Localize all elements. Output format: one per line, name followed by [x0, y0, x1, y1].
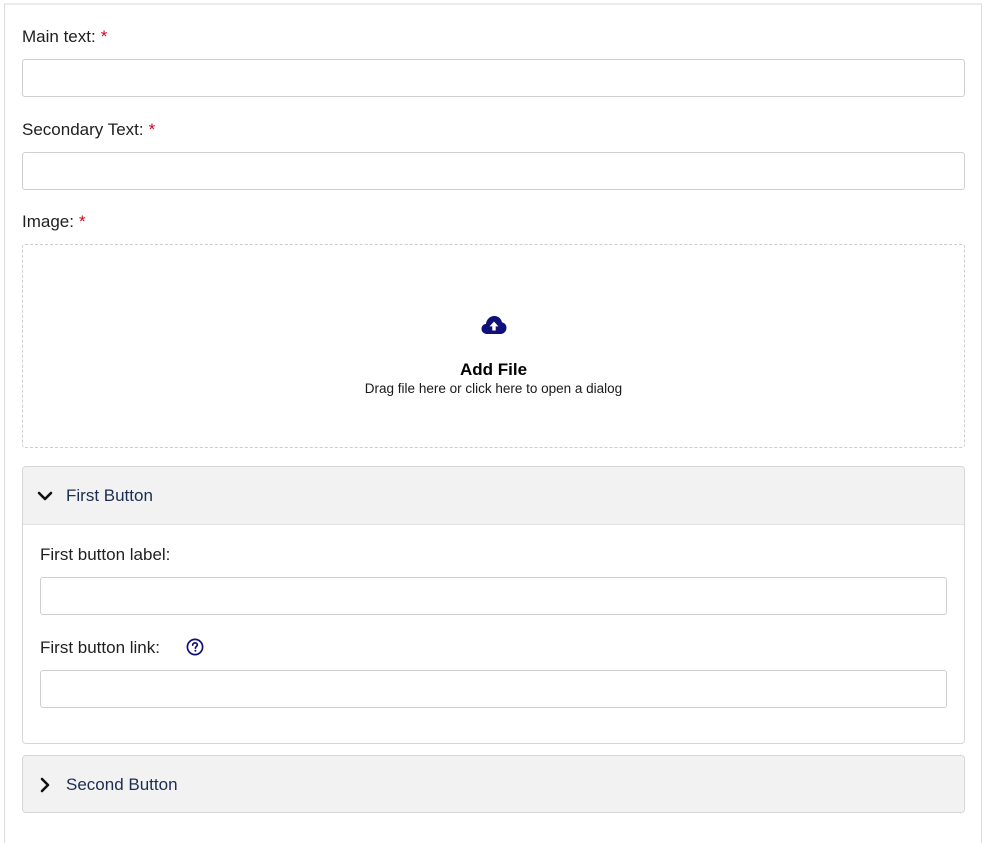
- image-dropzone[interactable]: Add File Drag file here or click here to…: [22, 244, 965, 448]
- accordion-second-button: Second Button: [22, 755, 965, 813]
- cloud-upload-icon: [481, 316, 507, 334]
- main-text-label: Main text: *: [22, 27, 107, 47]
- accordion-title: First Button: [66, 486, 153, 505]
- secondary-text-input[interactable]: [22, 152, 965, 190]
- first-button-label-label: First button label:: [40, 545, 171, 564]
- first-button-label-input[interactable]: [40, 577, 947, 615]
- question-circle-icon[interactable]: [186, 638, 204, 656]
- main-text-input[interactable]: [22, 59, 965, 97]
- dropzone-subtitle: Drag file here or click here to open a d…: [364, 381, 623, 396]
- accordion-first-button: First Button First button label: First b…: [22, 466, 965, 744]
- secondary-text-label: Secondary Text: *: [22, 120, 155, 140]
- first-button-link-input[interactable]: [40, 670, 947, 708]
- accordion-title: Second Button: [66, 775, 178, 794]
- main-text-label-text: Main text:: [22, 27, 96, 46]
- chevron-right-icon: [40, 777, 50, 793]
- required-marker: *: [100, 27, 108, 46]
- first-button-link-label: First button link:: [40, 638, 160, 657]
- secondary-text-label-text: Secondary Text:: [22, 120, 144, 139]
- chevron-down-icon: [37, 491, 53, 501]
- accordion-first-button-body: First button label: First button link:: [23, 525, 964, 743]
- image-label-text: Image:: [22, 212, 74, 231]
- required-marker: *: [148, 120, 156, 139]
- required-marker: *: [78, 212, 86, 231]
- accordion-second-button-header[interactable]: Second Button: [23, 756, 964, 812]
- accordion-first-button-header[interactable]: First Button: [23, 467, 964, 525]
- dropzone-title: Add File: [459, 360, 528, 379]
- image-label: Image: *: [22, 212, 86, 232]
